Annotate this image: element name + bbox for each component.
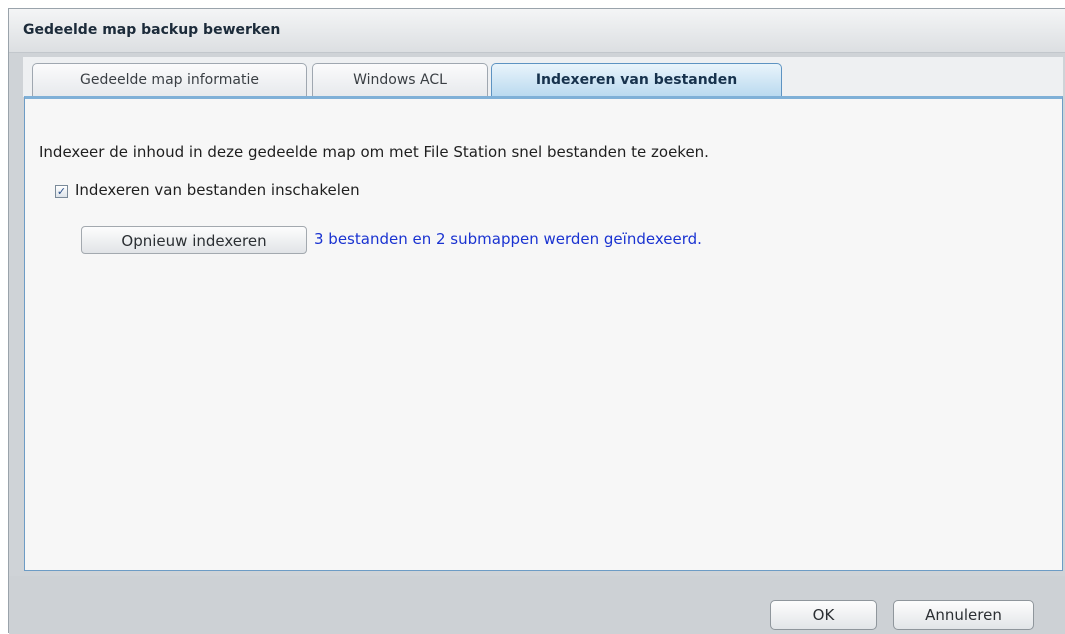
tab-file-indexing[interactable]: Indexeren van bestanden	[491, 63, 782, 97]
reindex-button[interactable]: Opnieuw indexeren	[81, 226, 307, 254]
indexing-description: Indexeer de inhoud in deze gedeelde map …	[39, 143, 709, 161]
edit-shared-folder-dialog: Gedeelde map backup bewerken Gedeelde ma…	[8, 8, 1065, 634]
cancel-button[interactable]: Annuleren	[893, 600, 1034, 630]
dialog-title: Gedeelde map backup bewerken	[23, 22, 281, 38]
dialog-footer: OK Annuleren	[9, 576, 1065, 634]
indexing-status-text: 3 bestanden en 2 submappen werden geïnde…	[314, 230, 702, 248]
ok-button[interactable]: OK	[770, 600, 877, 630]
file-indexing-panel: Indexeer de inhoud in deze gedeelde map …	[24, 96, 1063, 571]
tab-strip: Gedeelde map informatie Windows ACL Inde…	[23, 57, 1063, 97]
tab-windows-acl[interactable]: Windows ACL	[312, 63, 488, 97]
dialog-titlebar[interactable]: Gedeelde map backup bewerken	[9, 9, 1065, 53]
enable-indexing-label[interactable]: Indexeren van bestanden inschakelen	[75, 181, 360, 199]
tab-shared-folder-info[interactable]: Gedeelde map informatie	[32, 63, 307, 97]
enable-indexing-checkbox[interactable]: ✓	[55, 185, 68, 198]
